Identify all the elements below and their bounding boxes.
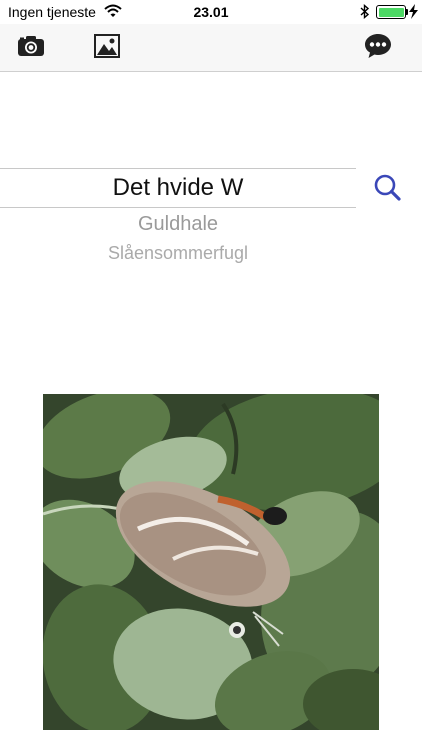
battery-tip — [406, 9, 408, 15]
picker-option[interactable]: Guldhale — [0, 213, 356, 236]
species-picker[interactable]: Det hvide W Guldhale Slåensommerfugl — [0, 168, 356, 264]
camera-icon — [17, 35, 45, 62]
chat-bubble-icon — [364, 33, 392, 64]
chat-button[interactable] — [363, 33, 393, 64]
bluetooth-icon — [360, 3, 370, 24]
camera-button[interactable] — [16, 34, 46, 62]
picker-option[interactable]: Slåensommerfugl — [0, 243, 356, 264]
image-icon — [94, 33, 120, 63]
battery-icon — [376, 5, 406, 19]
status-bar: Ingen tjeneste 23.01 — [0, 0, 422, 24]
magnifier-icon — [372, 174, 404, 208]
search-button[interactable] — [372, 172, 404, 204]
charging-icon — [409, 4, 418, 24]
toolbar — [0, 24, 422, 72]
gallery-button[interactable] — [92, 33, 122, 63]
clock: 23.01 — [193, 4, 229, 20]
battery-fill — [378, 7, 404, 17]
butterfly-photo — [43, 394, 379, 730]
picker-selected-item[interactable]: Det hvide W — [0, 168, 356, 208]
